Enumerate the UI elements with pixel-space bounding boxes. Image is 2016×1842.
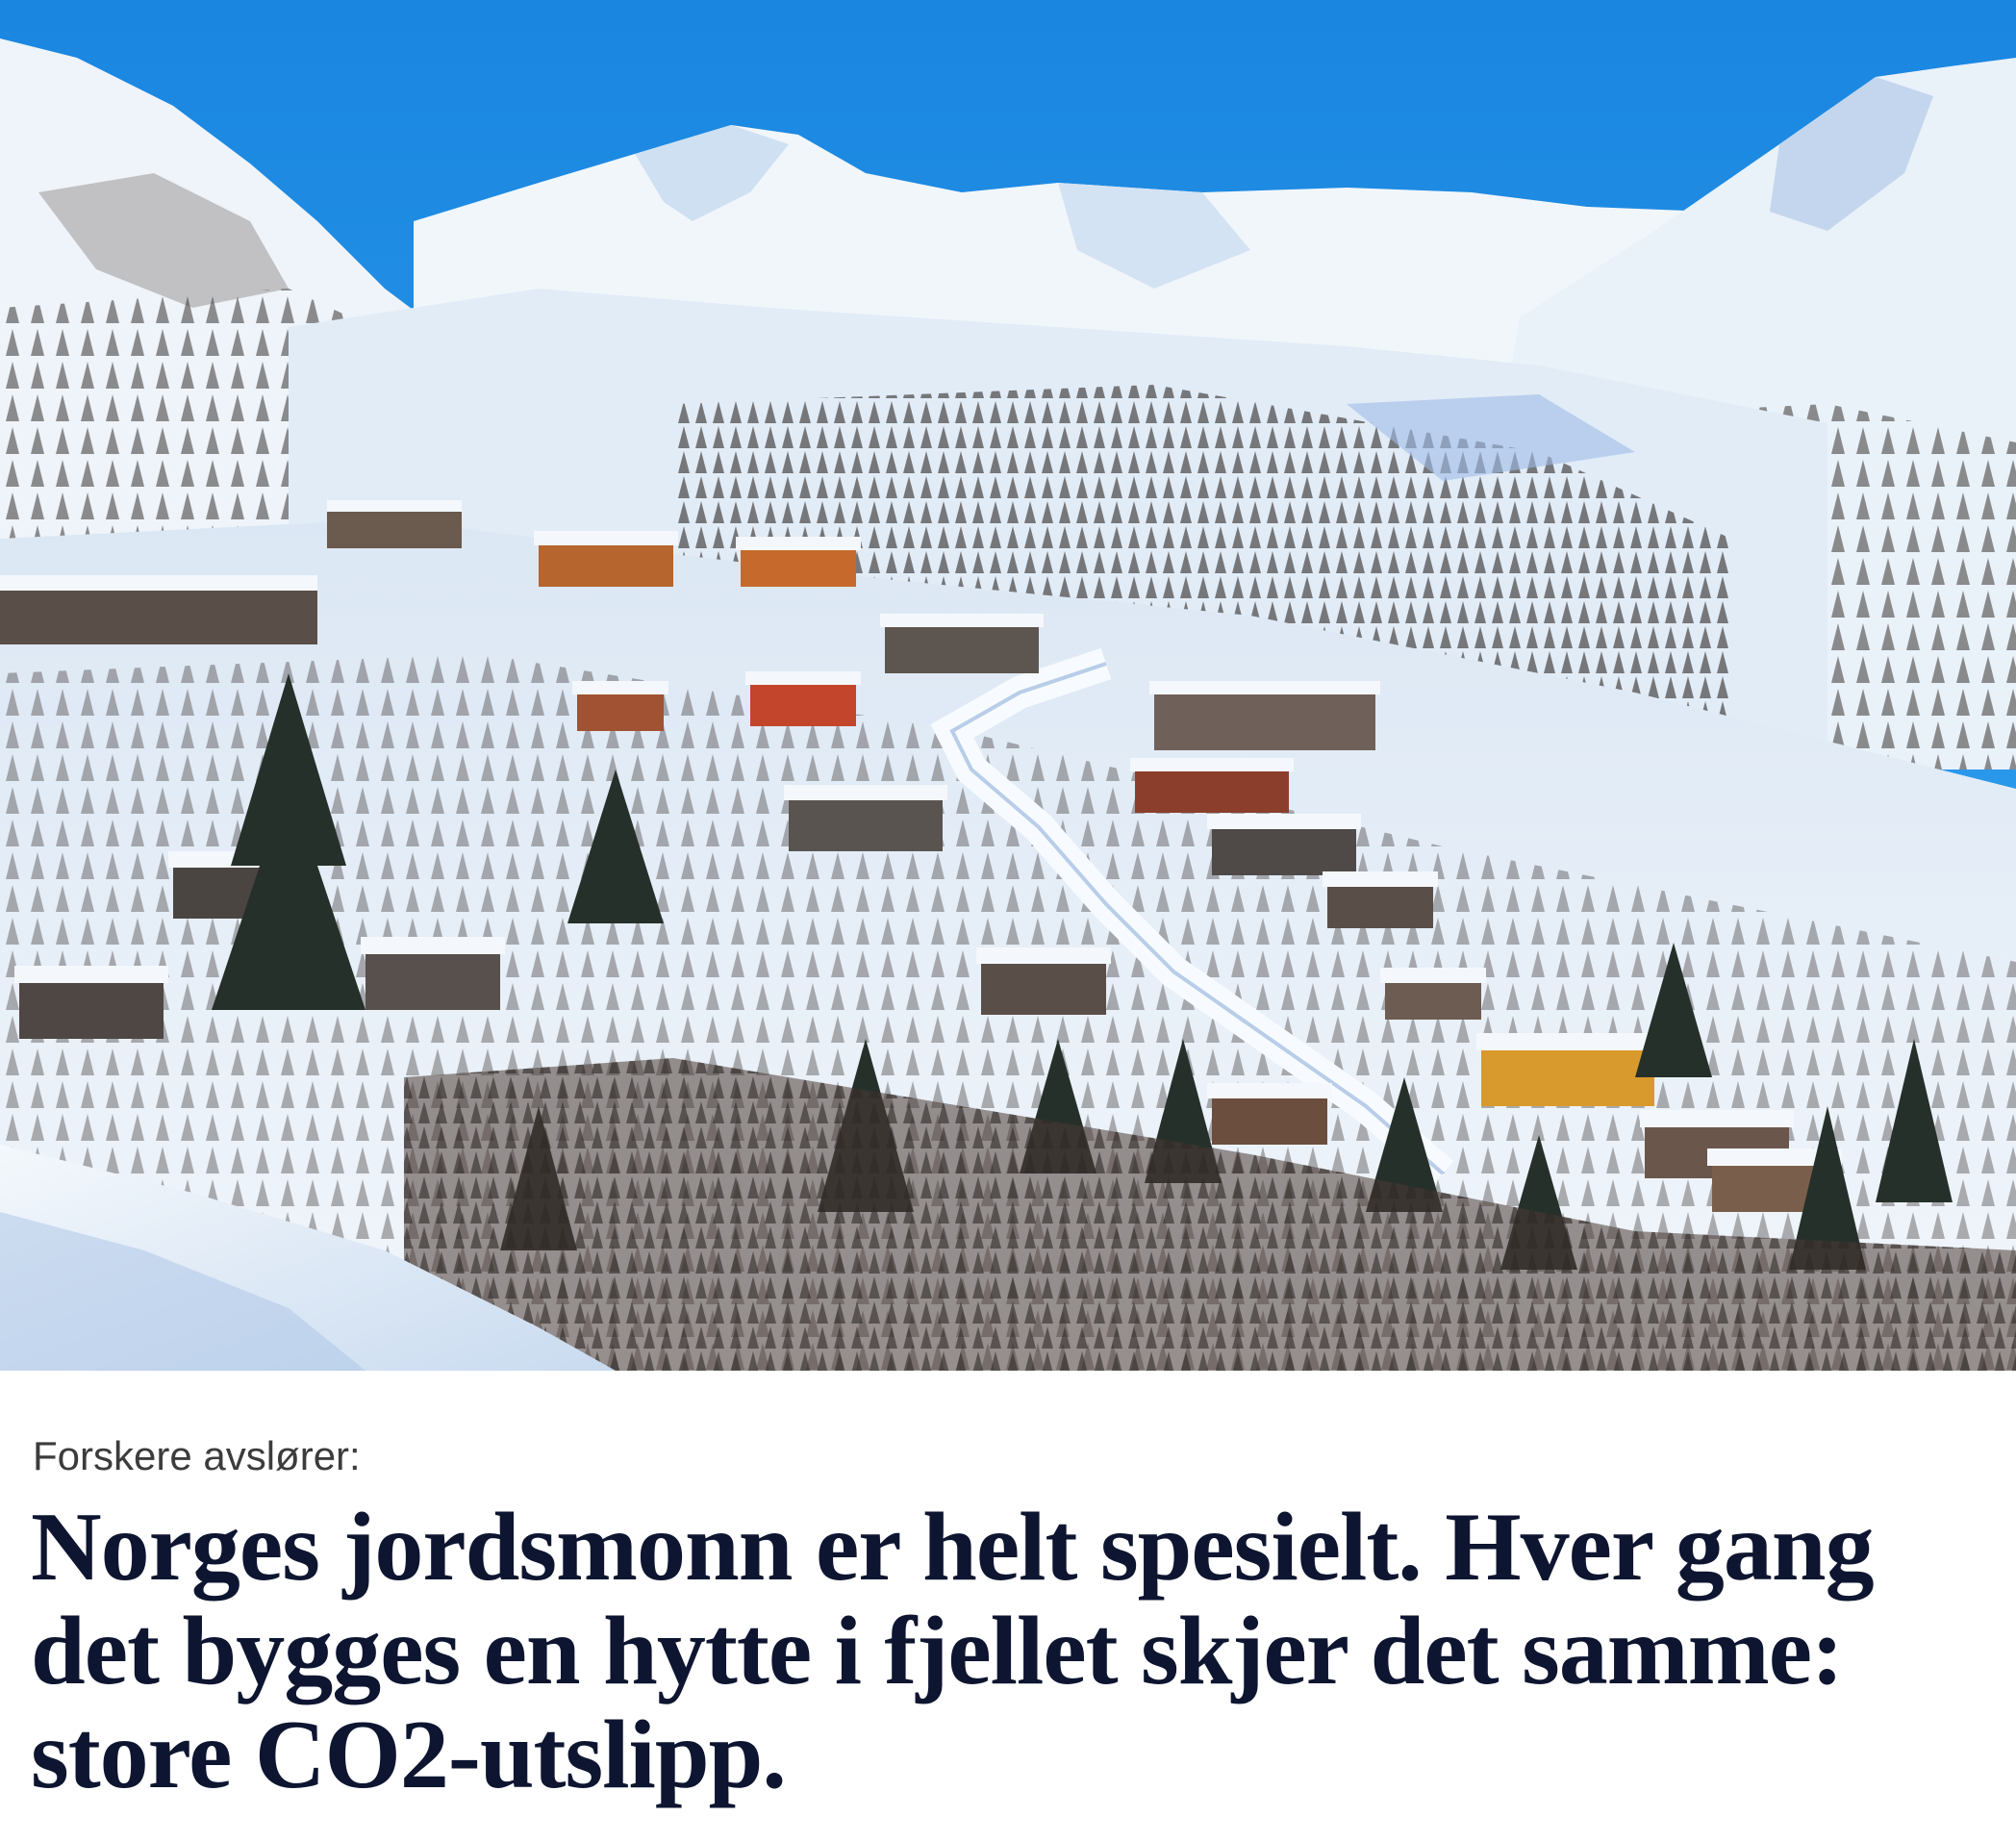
photo-mountain-cabin-village-icon bbox=[0, 0, 2016, 1371]
article-hero-image[interactable] bbox=[0, 0, 2016, 1371]
article-teaser-link[interactable]: Forskere avslører: Norges jordsmonn er h… bbox=[0, 0, 2016, 1842]
article-kicker: Forskere avslører: bbox=[33, 1433, 361, 1478]
article-headline[interactable]: Norges jordsmonn er helt spesielt. Hver … bbox=[31, 1496, 1964, 1807]
